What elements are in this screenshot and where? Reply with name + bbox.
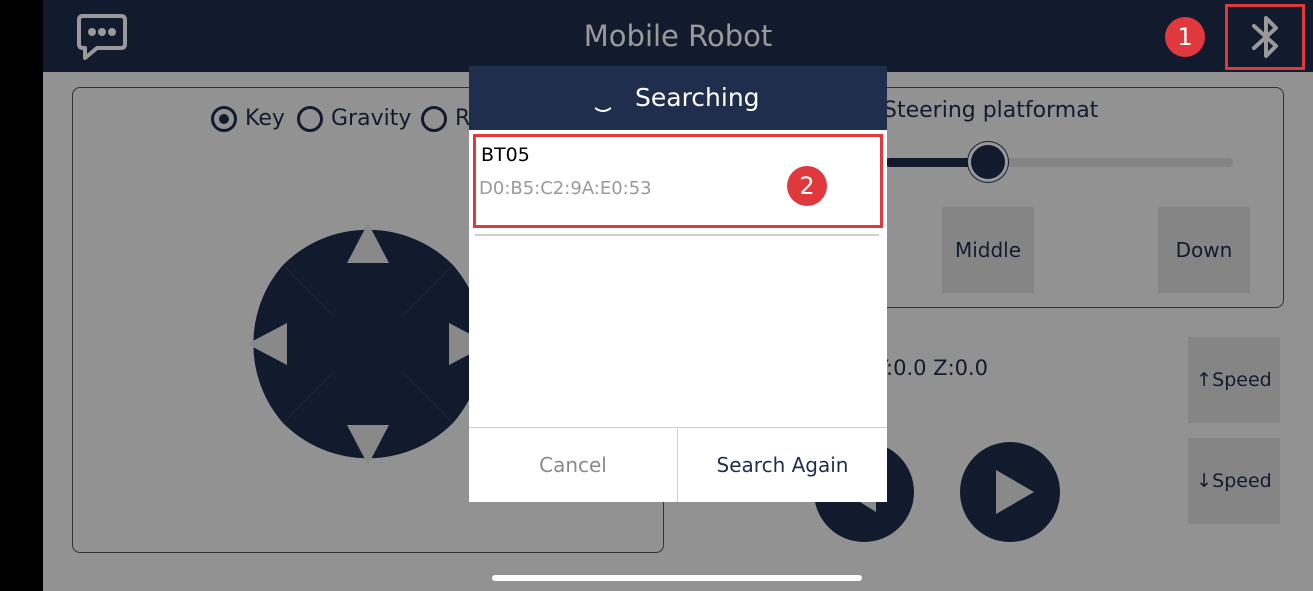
bluetooth-highlight-box [1225, 4, 1305, 70]
search-again-button[interactable]: Search Again [678, 428, 887, 502]
home-indicator[interactable] [492, 575, 862, 581]
step-badge-2: 2 [787, 166, 827, 206]
dialog-header: Searching [469, 66, 887, 130]
dialog-title: Searching [635, 83, 760, 112]
bluetooth-search-dialog: Searching BT05 D0:B5:C2:9A:E0:53 Cancel … [469, 66, 887, 502]
cancel-button[interactable]: Cancel [469, 428, 677, 502]
loading-spinner-icon [591, 88, 615, 112]
list-divider [475, 234, 879, 236]
device-mac-address: D0:B5:C2:9A:E0:53 [479, 178, 652, 199]
step-badge-1: 1 [1165, 17, 1205, 57]
app-screen: Mobile Robot Key Gravity R Steering plat… [43, 0, 1313, 591]
device-name: BT05 [481, 144, 530, 166]
